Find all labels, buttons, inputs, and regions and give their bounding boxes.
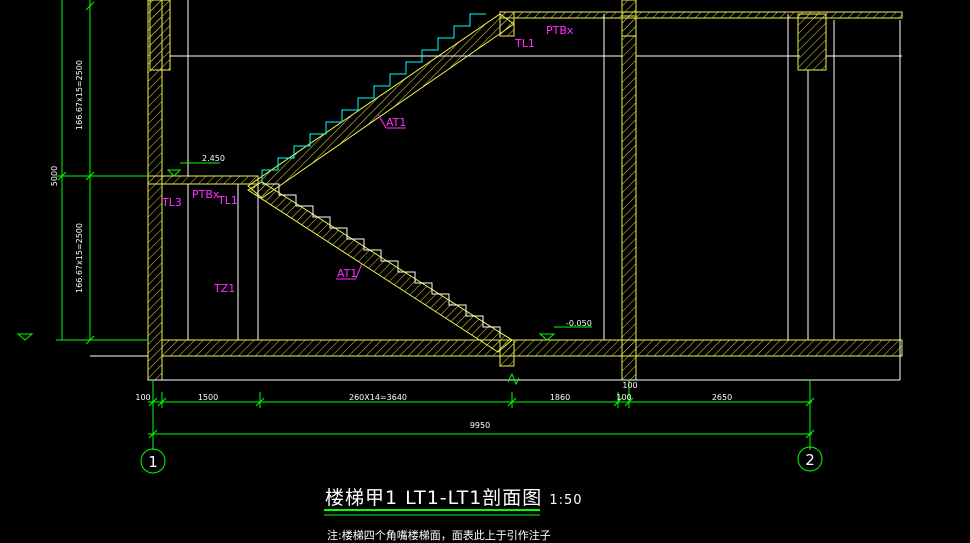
horizontal-dimensions [148, 380, 815, 450]
dim-100-left: 100 [135, 393, 150, 402]
dim-100-top: 100 [622, 381, 637, 390]
dim-1500: 1500 [198, 393, 218, 402]
dim-2650: 2650 [712, 393, 732, 402]
tag-tl1-upper: TL1 [514, 37, 535, 50]
axis-label-2: 2 [805, 451, 815, 469]
elevation-marks [16, 162, 592, 341]
elevation-ground: -0.050 [566, 319, 592, 328]
upper-flight-slab [247, 13, 515, 199]
stair-section-drawing: 166.67x15=2500 5000 166.67x15=2500 2.450… [16, 0, 903, 516]
break-mark [507, 372, 520, 386]
mid-top-column [621, 15, 637, 37]
drawing-title: 楼梯甲1 LT1-LT1剖面图 1:50 [325, 483, 583, 510]
dim-vertical-upper: 166.67x15=2500 [75, 60, 84, 130]
tag-tz1: TZ1 [213, 282, 235, 295]
elevation-landing: 2.450 [202, 154, 225, 163]
drawing-scale: 1:50 [549, 493, 583, 508]
mid-wall [621, 0, 637, 381]
tag-at1-upper: AT1 [386, 116, 406, 129]
axis-bubble-2: 2 [797, 446, 823, 472]
dim-100-mid-a: 100 [616, 393, 631, 402]
dim-vertical-total: 5000 [50, 166, 59, 186]
tag-at1-lower: AT1 [337, 267, 357, 280]
tag-ptb-lower: PTBx [192, 188, 220, 201]
axis-label-1: 1 [148, 453, 158, 471]
drawing-note: 注:楼梯四个角嘴楼梯面，面表此上于引作注子 [327, 529, 551, 542]
dim-run: 260X14=3640 [349, 393, 407, 402]
tag-tl1-lower: TL1 [217, 194, 238, 207]
dim-total: 9950 [470, 421, 490, 430]
dim-1860: 1860 [550, 393, 570, 402]
landing-slab [147, 175, 259, 185]
top-slab [499, 11, 903, 19]
dim-vertical-lower: 166.67x15=2500 [75, 223, 84, 293]
right-column [797, 13, 827, 71]
tag-tl3: TL3 [161, 196, 182, 209]
horizontal-dimension-text: 100 1500 260X14=3640 1860 100 100 2650 9… [135, 381, 732, 430]
tag-ptb-upper: PTBx [546, 24, 574, 37]
ground-slab [161, 339, 903, 357]
left-top-column [149, 0, 171, 71]
vertical-dimensions [56, 0, 148, 345]
drawing-title-text: 楼梯甲1 LT1-LT1剖面图 [325, 487, 543, 509]
axis-bubble-1: 1 [140, 448, 166, 474]
lower-flight-slab [247, 181, 513, 353]
